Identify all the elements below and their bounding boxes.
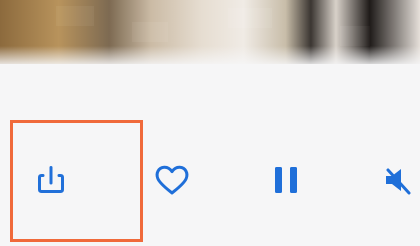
pixel-block [56, 6, 94, 26]
pixel-block [132, 22, 168, 42]
pixel-block [228, 8, 272, 28]
pixel-block [340, 26, 370, 46]
preview-image [0, 0, 420, 64]
mute-button[interactable] [374, 156, 420, 204]
mute-icon [378, 162, 418, 198]
like-button[interactable] [148, 156, 196, 204]
pause-button[interactable] [262, 156, 310, 204]
selected-share-highlight [10, 120, 143, 242]
heart-icon [152, 162, 192, 198]
image-fade-overlay [0, 46, 420, 64]
pause-icon [271, 163, 301, 197]
